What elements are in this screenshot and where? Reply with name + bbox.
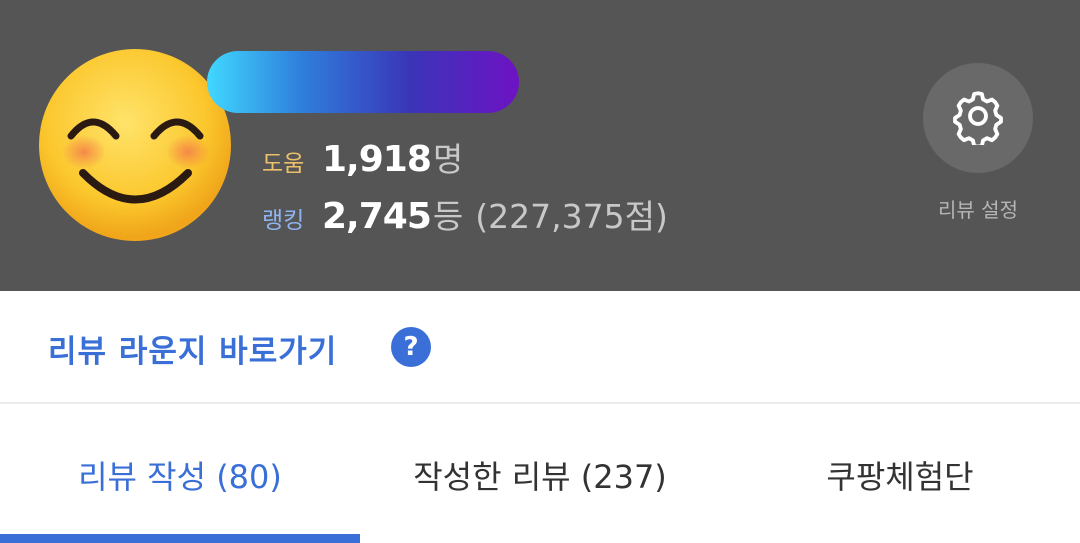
help-icon[interactable]: ? [391,327,431,367]
review-lounge-link[interactable]: 리뷰 라운지 바로가기 [48,326,337,371]
rank-label: 랭킹 [262,208,305,234]
rank-points: (227,375점) [475,197,668,236]
helps-unit: 명 [432,140,464,179]
review-settings-button[interactable] [923,63,1033,173]
smiling-face-icon[interactable] [38,48,232,242]
rank-value: 2,745 [322,196,432,237]
gear-icon [949,87,1007,149]
tab-written-reviews[interactable]: 작성한 리뷰 (237) [360,406,720,543]
grade-badge-bar [207,51,519,113]
rank-stat: 랭킹 2,745 등 (227,375점) [262,190,668,238]
active-tab-indicator [0,534,360,543]
helps-value: 1,918 [322,139,432,180]
helps-stat: 도움 1,918 명 [262,133,463,181]
review-settings-label[interactable]: 리뷰 설정 [918,194,1038,223]
tab-write-review[interactable]: 리뷰 작성 (80) [0,406,360,543]
rank-unit: 등 [432,197,464,236]
review-lounge-row: 리뷰 라운지 바로가기 ? [0,291,1080,404]
tab-coupang-trial[interactable]: 쿠팡체험단 [720,406,1080,543]
review-tabs: 리뷰 작성 (80) 작성한 리뷰 (237) 쿠팡체험단 [0,406,1080,543]
helps-label: 도움 [262,151,305,177]
profile-header: 도움 1,918 명 랭킹 2,745 등 (227,375점) 리뷰 설정 [0,0,1080,291]
